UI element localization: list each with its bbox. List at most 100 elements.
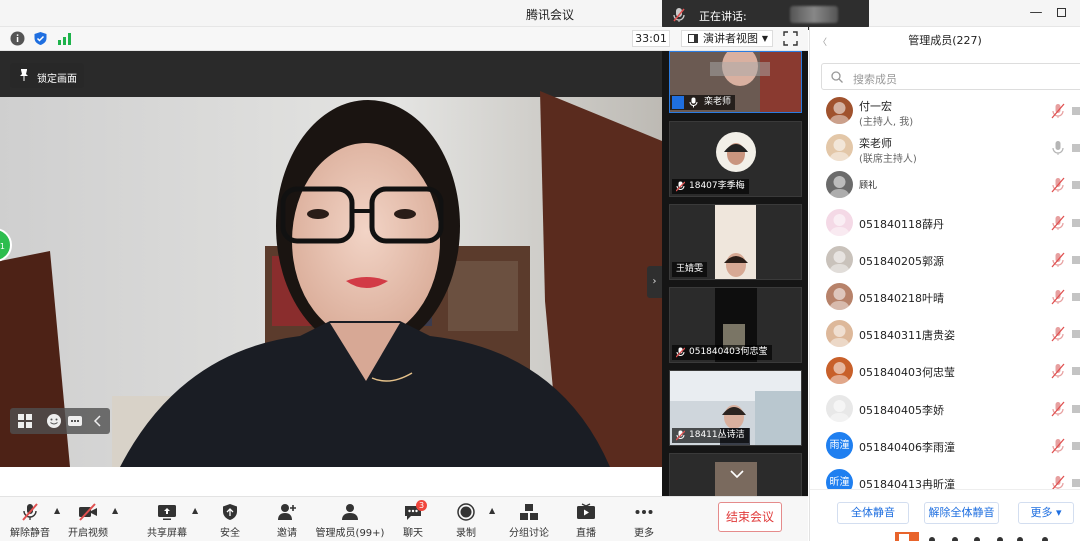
camera-status-icon[interactable] [1072, 293, 1080, 301]
collapse-thumbnails-button[interactable]: › [647, 266, 662, 298]
mic-icon[interactable] [1051, 140, 1065, 156]
chevron-up-icon[interactable]: ▲ [489, 506, 497, 515]
chevron-up-icon[interactable]: ▲ [54, 506, 62, 515]
search-placeholder: 搜索成员 [853, 73, 897, 86]
avatar-image [829, 102, 850, 124]
speaking-label: 正在讲话: [699, 10, 747, 23]
more-button[interactable]: 更多 [620, 497, 668, 541]
member-row[interactable]: 付一宏 (主持人, 我) [810, 93, 1080, 129]
view-mode-dropdown[interactable]: 演讲者视图 ▼ [681, 30, 773, 47]
mic-muted-icon[interactable] [1051, 326, 1065, 342]
security-button[interactable]: 安全 [206, 497, 254, 541]
more-options-button[interactable]: 更多 ▾ [1018, 502, 1074, 524]
mic-muted-icon[interactable] [1051, 215, 1065, 231]
fullscreen-icon[interactable] [783, 31, 798, 46]
thumbnail-tile[interactable]: 051840403何忠莹 [669, 287, 802, 363]
share-screen-button[interactable]: 共享屏幕 [143, 497, 191, 541]
speaker-name-blurred [790, 6, 838, 23]
chat-badge: 3 [416, 500, 427, 511]
avatar-image [829, 250, 850, 273]
avatar-image [829, 213, 850, 236]
thumbnail-tile[interactable]: 18411丛诗洁 [669, 370, 802, 446]
avatar [826, 357, 853, 385]
member-search-input[interactable]: 搜索成员 [821, 63, 1080, 90]
video-off-icon [79, 503, 97, 521]
security-shield-icon[interactable] [33, 31, 48, 46]
camera-status-icon[interactable] [1072, 107, 1080, 115]
avatar-image [829, 325, 850, 348]
info-icon[interactable] [10, 31, 25, 46]
record-button[interactable]: 录制 [442, 497, 490, 541]
avatar [826, 208, 853, 236]
mic-muted-icon[interactable] [1051, 177, 1065, 193]
thumbnail-name: 王婧雯 [672, 262, 708, 277]
members-panel: 〈 管理成员(227) 搜索成员 付一宏 (主持人, 我) 栾老师 (联席主持人) 顾礼… [809, 27, 1080, 541]
thumbnail-tile[interactable] [669, 453, 802, 496]
member-row[interactable]: 051840118薛丹 [810, 205, 1080, 241]
camera-status-icon[interactable] [1072, 330, 1080, 339]
member-row[interactable]: 051840205郭源 [810, 242, 1080, 278]
avatar: 雨潼 [826, 431, 853, 459]
meeting-app: 腾讯会议 — 正在讲话: 33:01 演讲者视图 ▼ 锁定画面 › 栾老师 18… [0, 0, 1080, 541]
title-bar: 腾讯会议 — [0, 0, 1080, 27]
camera-status-icon[interactable] [1072, 181, 1080, 190]
end-meeting-button[interactable]: 结束会议 [718, 502, 782, 532]
invite-button[interactable]: 邀请 [263, 497, 311, 541]
member-row[interactable]: 雨潼 051840406李雨潼 [810, 428, 1080, 464]
unmute-button[interactable]: 解除静音 [6, 497, 54, 541]
chevron-left-icon[interactable] [90, 413, 106, 429]
thumbnail-tile[interactable]: 栾老师 [669, 51, 802, 113]
member-role: (主持人, 我) [859, 117, 914, 128]
grid-layout-icon[interactable] [17, 413, 33, 429]
lock-view-button[interactable]: 锁定画面 [10, 63, 84, 88]
thumbnail-tile[interactable]: 王婧雯 [669, 204, 802, 280]
main-video-stage: 锁定画面 [0, 51, 662, 467]
camera-status-icon[interactable] [1072, 441, 1080, 450]
mic-muted-icon[interactable] [1051, 103, 1065, 119]
chevron-down-icon: ▼ [761, 34, 768, 43]
member-row[interactable]: 051840218叶晴 [810, 279, 1080, 315]
maximize-button[interactable] [1051, 4, 1071, 22]
mic-muted-icon [22, 503, 38, 521]
camera-status-icon[interactable] [1072, 479, 1080, 487]
camera-status-icon[interactable] [1072, 367, 1080, 376]
member-row[interactable]: 051840405李娇 [810, 391, 1080, 427]
mic-icon [689, 97, 698, 108]
unmute-all-button[interactable]: 解除全体静音 [924, 502, 999, 524]
caption-icon[interactable] [67, 413, 83, 429]
thumbnail-tile[interactable]: 18407李季梅 [669, 121, 802, 197]
minimize-button[interactable]: — [1026, 4, 1046, 22]
member-row[interactable]: 051840311唐贵姿 [810, 316, 1080, 352]
camera-status-icon[interactable] [1072, 255, 1080, 264]
mic-muted-icon[interactable] [1051, 401, 1065, 417]
chevron-up-icon[interactable]: ▲ [192, 506, 200, 515]
signal-icon[interactable] [57, 31, 72, 46]
mic-muted-icon[interactable] [1051, 289, 1065, 305]
member-name: 051840405李娇 [859, 403, 944, 417]
camera-status-icon[interactable] [1072, 144, 1080, 153]
chat-button[interactable]: 3 聊天 [390, 497, 436, 541]
search-icon [831, 71, 843, 83]
mic-muted-icon[interactable] [1051, 438, 1065, 454]
member-row[interactable]: 顾礼 [810, 167, 1080, 203]
chevron-up-icon[interactable]: ▲ [112, 506, 120, 515]
avatar [826, 320, 853, 348]
breakout-rooms-button[interactable]: 分组讨论 [503, 497, 555, 541]
live-stream-button[interactable]: 直播 [562, 497, 610, 541]
pin-icon [20, 69, 28, 81]
chevron-down-icon[interactable] [728, 468, 746, 480]
avatar-image [829, 399, 850, 422]
avatar [826, 394, 853, 422]
mic-muted-icon[interactable] [1051, 252, 1065, 268]
start-video-button[interactable]: 开启视频 [64, 497, 112, 541]
member-row[interactable]: 051840403何忠莹 [810, 353, 1080, 389]
camera-status-icon[interactable] [1072, 404, 1080, 413]
mute-all-button[interactable]: 全体静音 [837, 502, 909, 524]
bottom-toolbar: 解除静音 ▲ 开启视频 ▲ 共享屏幕 ▲ 安全 邀请 管理成员(99+) 3 聊… [0, 496, 808, 541]
member-row[interactable]: 栾老师 (联席主持人) [810, 130, 1080, 166]
camera-status-icon[interactable] [1072, 218, 1080, 227]
shield-icon [223, 504, 237, 520]
manage-members-button[interactable]: 管理成员(99+) [314, 497, 386, 541]
mic-muted-icon[interactable] [1051, 363, 1065, 379]
emoji-icon[interactable] [46, 413, 62, 429]
